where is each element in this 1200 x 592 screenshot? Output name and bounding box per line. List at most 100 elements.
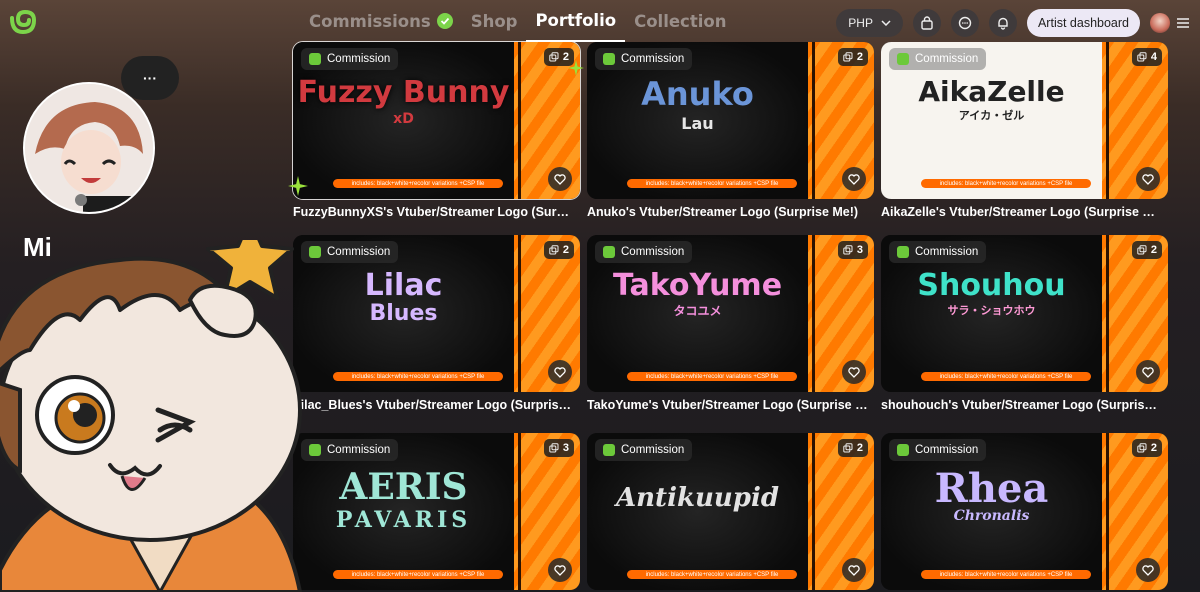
site-logo[interactable] bbox=[8, 8, 38, 36]
commission-badge: Commission bbox=[301, 48, 399, 70]
more-options-button[interactable]: ··· bbox=[121, 56, 179, 100]
tab-shop[interactable]: Shop bbox=[462, 0, 527, 42]
artwork-logo-subtext: アイカ・ゼル bbox=[958, 109, 1025, 122]
hamburger-menu-icon bbox=[1177, 18, 1189, 28]
user-menu[interactable] bbox=[1150, 13, 1190, 33]
portfolio-card[interactable]: Fuzzy Bunny xD includes: black+white+rec… bbox=[292, 41, 581, 219]
notifications-button[interactable] bbox=[988, 9, 1017, 37]
bell-icon bbox=[998, 17, 1008, 30]
like-button[interactable] bbox=[1136, 167, 1160, 191]
card-title[interactable]: FuzzyBunnyXS's Vtuber/Streamer Logo (Sur… bbox=[293, 205, 574, 219]
artwork-logo-text: Rhea bbox=[934, 465, 1049, 512]
artwork-logo: Anuko Lau bbox=[587, 78, 808, 132]
portfolio-card[interactable]: Anuko Lau includes: black+white+recolor … bbox=[587, 42, 874, 219]
copy-icon bbox=[1137, 443, 1147, 453]
tab-collection[interactable]: Collection bbox=[625, 0, 735, 42]
artwork-logo-text: Antikuupid bbox=[615, 483, 780, 513]
card-thumbnail[interactable]: AikaZelle アイカ・ゼル includes: black+white+r… bbox=[881, 42, 1168, 199]
card-title[interactable]: shouhouch's Vtuber/Streamer Logo (Surpri… bbox=[881, 398, 1162, 412]
card-thumbnail[interactable]: Fuzzy Bunny xD includes: black+white+rec… bbox=[292, 41, 581, 200]
card-title[interactable]: Lilac_Blues's Vtuber/Streamer Logo (Surp… bbox=[293, 398, 574, 412]
artwork-logo: AikaZelle アイカ・ゼル bbox=[881, 75, 1102, 122]
portfolio-card[interactable]: TakoYume タコユメ includes: black+white+reco… bbox=[587, 235, 874, 412]
artwork-logo: Shouhou サラ・ショウホウ bbox=[881, 271, 1102, 317]
commission-badge-label: Commission bbox=[621, 246, 685, 258]
tab-commissions[interactable]: Commissions bbox=[300, 0, 462, 42]
card-thumbnail[interactable]: Shouhou サラ・ショウホウ includes: black+white+r… bbox=[881, 235, 1168, 392]
artwork-logo-text: AikaZelle bbox=[918, 75, 1065, 108]
commission-badge: Commission bbox=[595, 241, 693, 263]
copy-icon bbox=[843, 443, 853, 453]
commission-badge: Commission bbox=[595, 48, 693, 70]
card-thumbnail[interactable]: AERIS PAVARIS includes: black+white+reco… bbox=[293, 433, 580, 590]
artwork-logo-text: TakoYume bbox=[612, 268, 783, 303]
shield-check-icon bbox=[309, 53, 321, 65]
portfolio-card[interactable]: Antikuupid includes: black+white+recolor… bbox=[587, 433, 874, 590]
artwork-footer-band: includes: black+white+recolor variations… bbox=[921, 372, 1091, 381]
currency-select[interactable]: PHP bbox=[836, 9, 903, 37]
artwork-footer-band: includes: black+white+recolor variations… bbox=[333, 179, 503, 188]
artist-dashboard-button[interactable]: Artist dashboard bbox=[1026, 9, 1140, 37]
portfolio-card[interactable]: Rhea Chronalis includes: black+white+rec… bbox=[881, 433, 1168, 590]
like-button[interactable] bbox=[548, 360, 572, 384]
image-count-badge: 3 bbox=[543, 439, 574, 457]
like-button[interactable] bbox=[548, 167, 572, 191]
like-button[interactable] bbox=[842, 558, 866, 582]
portfolio-card[interactable]: Lilac Blues includes: black+white+recolo… bbox=[293, 235, 580, 412]
like-button[interactable] bbox=[548, 558, 572, 582]
commission-badge-label: Commission bbox=[621, 444, 685, 456]
card-title[interactable]: Anuko's Vtuber/Streamer Logo (Surprise M… bbox=[587, 205, 868, 219]
shield-check-icon bbox=[897, 246, 909, 258]
cart-button[interactable] bbox=[912, 9, 941, 37]
heart-icon bbox=[848, 366, 860, 378]
portfolio-card[interactable]: AikaZelle アイカ・ゼル includes: black+white+r… bbox=[881, 42, 1168, 219]
currency-value: PHP bbox=[848, 16, 873, 30]
image-count-badge: 4 bbox=[1131, 48, 1162, 66]
like-button[interactable] bbox=[842, 167, 866, 191]
messages-button[interactable] bbox=[950, 9, 979, 37]
card-thumbnail[interactable]: Lilac Blues includes: black+white+recolo… bbox=[293, 235, 580, 392]
tab-commissions-label: Commissions bbox=[309, 11, 431, 31]
tab-shop-label: Shop bbox=[470, 11, 518, 31]
card-thumbnail[interactable]: TakoYume タコユメ includes: black+white+reco… bbox=[587, 235, 874, 392]
card-thumbnail[interactable]: Antikuupid includes: black+white+recolor… bbox=[587, 433, 874, 590]
portfolio-card[interactable]: Shouhou サラ・ショウホウ includes: black+white+r… bbox=[881, 235, 1168, 412]
artwork-logo-text: Lilac bbox=[364, 268, 443, 303]
image-count: 3 bbox=[856, 244, 863, 256]
card-thumbnail[interactable]: Anuko Lau includes: black+white+recolor … bbox=[587, 42, 874, 199]
artwork-logo: AERIS PAVARIS bbox=[293, 469, 514, 531]
shield-check-icon bbox=[603, 246, 615, 258]
card-title[interactable]: TakoYume's Vtuber/Streamer Logo (Surpris… bbox=[587, 398, 868, 412]
card-title[interactable]: AikaZelle's Vtuber/Streamer Logo (Surpri… bbox=[881, 205, 1162, 219]
artwork-footer-band: includes: black+white+recolor variations… bbox=[921, 179, 1091, 188]
artwork-footer-band: includes: black+white+recolor variations… bbox=[627, 372, 797, 381]
copy-icon bbox=[549, 245, 559, 255]
commission-badge-label: Commission bbox=[621, 53, 685, 65]
image-count-badge: 2 bbox=[837, 439, 868, 457]
profile-avatar bbox=[23, 82, 155, 214]
commission-badge: Commission bbox=[889, 48, 987, 70]
heart-icon bbox=[554, 173, 566, 185]
commission-badge: Commission bbox=[889, 241, 987, 263]
like-button[interactable] bbox=[842, 360, 866, 384]
verified-check-icon bbox=[436, 13, 453, 29]
artwork-footer-band: includes: black+white+recolor variations… bbox=[333, 570, 503, 579]
portfolio-card[interactable]: AERIS PAVARIS includes: black+white+reco… bbox=[293, 433, 580, 590]
image-count-badge: 3 bbox=[837, 241, 868, 259]
tab-portfolio[interactable]: Portfolio bbox=[526, 0, 626, 42]
artwork-logo: TakoYume タコユメ bbox=[587, 268, 808, 318]
artwork-logo-subtext: サラ・ショウホウ bbox=[947, 304, 1036, 317]
card-thumbnail[interactable]: Rhea Chronalis includes: black+white+rec… bbox=[881, 433, 1168, 590]
heart-icon bbox=[848, 173, 860, 185]
user-avatar bbox=[1150, 13, 1170, 33]
like-button[interactable] bbox=[1136, 558, 1160, 582]
sparkle-icon bbox=[568, 60, 584, 76]
heart-icon bbox=[554, 564, 566, 576]
header-tools: PHP Artist dashboard bbox=[836, 9, 1190, 37]
like-button[interactable] bbox=[1136, 360, 1160, 384]
commission-badge: Commission bbox=[595, 439, 693, 461]
image-count: 2 bbox=[1150, 442, 1157, 454]
copy-icon bbox=[1137, 52, 1147, 62]
heart-icon bbox=[554, 366, 566, 378]
artwork-logo-text: AERIS bbox=[339, 466, 468, 508]
